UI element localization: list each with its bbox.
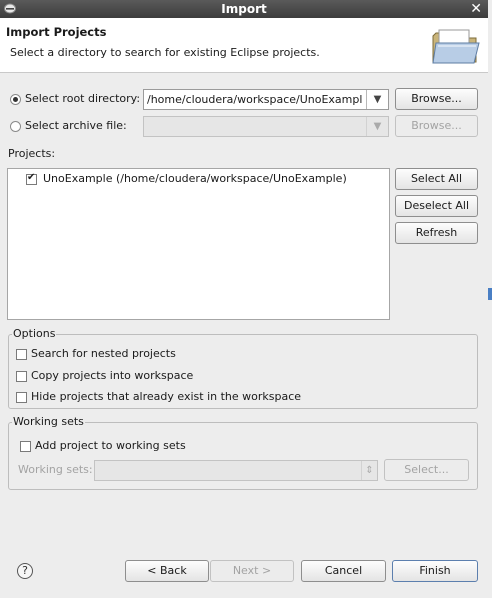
projects-label: Projects: — [8, 147, 56, 160]
options-legend: Options — [12, 327, 57, 340]
select-working-sets-button[interactable]: Select... — [384, 459, 469, 481]
root-directory-value[interactable]: /home/cloudera/workspace/UnoExample — [147, 93, 362, 106]
root-directory-label: Select root directory: — [25, 92, 141, 105]
archive-file-label: Select archive file: — [25, 119, 127, 132]
working-sets-label: Working sets: — [18, 463, 93, 476]
add-to-working-sets-checkbox[interactable] — [20, 441, 31, 452]
archive-file-radio[interactable] — [10, 121, 21, 132]
edge-marker — [488, 288, 492, 300]
hide-existing-checkbox[interactable] — [16, 392, 27, 403]
archive-file-combo[interactable]: ▼ — [143, 116, 389, 137]
header-title: Import Projects — [6, 25, 107, 39]
select-all-button[interactable]: Select All — [395, 168, 478, 190]
next-button[interactable]: Next > — [210, 560, 294, 582]
nested-projects-label[interactable]: Search for nested projects — [31, 347, 176, 360]
window-title: Import — [221, 2, 267, 16]
project-checkbox[interactable] — [26, 172, 37, 185]
refresh-button[interactable]: Refresh — [395, 222, 478, 244]
folder-import-icon — [432, 29, 480, 64]
root-directory-combo[interactable]: /home/cloudera/workspace/UnoExample ▼ — [143, 89, 389, 110]
import-dialog: Import Projects Select a directory to se… — [0, 18, 488, 598]
copy-projects-label[interactable]: Copy projects into workspace — [31, 369, 193, 382]
help-icon[interactable]: ? — [17, 563, 33, 579]
dialog-header: Import Projects Select a directory to se… — [0, 18, 488, 73]
header-description: Select a directory to search for existin… — [10, 46, 320, 59]
add-to-working-sets-label[interactable]: Add project to working sets — [35, 439, 186, 452]
chevron-down-icon[interactable]: ▼ — [366, 117, 388, 136]
list-item[interactable]: UnoExample (/home/cloudera/workspace/Uno… — [26, 172, 386, 188]
cancel-button[interactable]: Cancel — [301, 560, 386, 582]
working-sets-legend: Working sets — [12, 415, 85, 428]
root-directory-radio[interactable] — [10, 94, 21, 105]
projects-list[interactable]: UnoExample (/home/cloudera/workspace/Uno… — [7, 168, 390, 320]
chevron-updown-icon[interactable]: ⇕ — [361, 461, 377, 480]
browse-root-button[interactable]: Browse... — [395, 88, 478, 110]
close-icon[interactable]: ✕ — [470, 1, 482, 17]
working-sets-combo[interactable]: ⇕ — [94, 460, 378, 481]
window-edge — [488, 0, 492, 598]
back-button[interactable]: < Back — [125, 560, 209, 582]
title-bar: Import ✕ — [0, 0, 488, 18]
nested-projects-checkbox[interactable] — [16, 349, 27, 360]
finish-button[interactable]: Finish — [392, 560, 478, 582]
chevron-down-icon[interactable]: ▼ — [366, 90, 388, 109]
hide-existing-label[interactable]: Hide projects that already exist in the … — [31, 390, 301, 403]
browse-archive-button[interactable]: Browse... — [395, 115, 478, 137]
deselect-all-button[interactable]: Deselect All — [395, 195, 478, 217]
project-label[interactable]: UnoExample (/home/cloudera/workspace/Uno… — [43, 172, 347, 185]
copy-projects-checkbox[interactable] — [16, 371, 27, 382]
